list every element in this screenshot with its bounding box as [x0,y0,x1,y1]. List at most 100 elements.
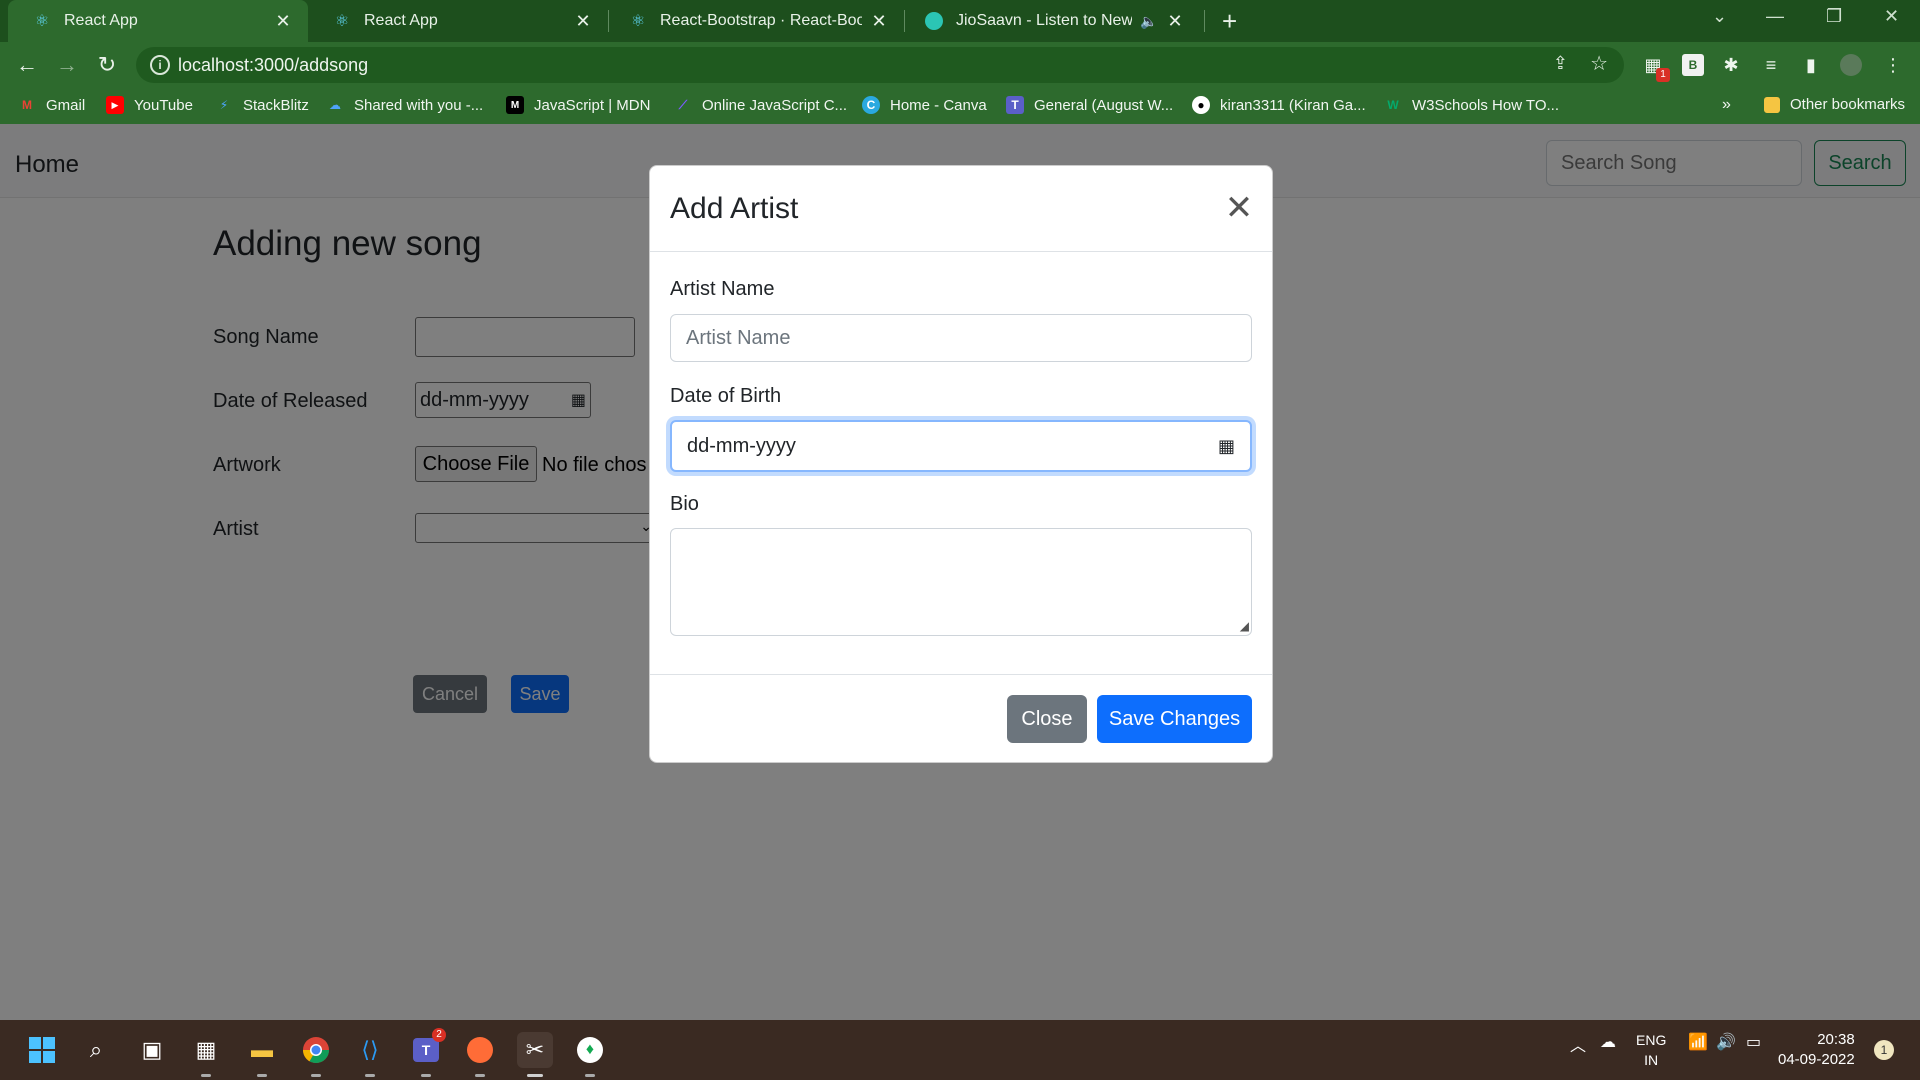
bookmark-teams[interactable]: T General (August W... [1006,96,1173,114]
jiosaavn-icon [924,11,944,31]
teams-icon[interactable]: T 2 [408,1028,446,1077]
teams-badge: 2 [432,1028,446,1042]
bookmark-youtube[interactable]: ▶ YouTube [106,96,193,114]
bookmark-label: Online JavaScript C... [702,96,848,114]
react-icon: ⚛ [334,13,350,30]
bookmark-onedrive[interactable]: ☁ Shared with you -... [326,96,483,114]
menu-kebab-icon[interactable]: ⋮ [1882,54,1904,76]
profile-avatar[interactable] [1840,54,1862,76]
battery-icon[interactable]: ▭ [1746,1032,1761,1052]
onedrive-cloud-icon[interactable]: ☁ [1600,1032,1616,1052]
gmail-icon: M [22,98,32,112]
canva-icon: C [862,96,880,114]
bookmark-label: Shared with you -... [354,96,484,114]
tab-react-bootstrap[interactable]: ⚛ React-Bootstrap · React-Bootstra ✕ [604,0,904,42]
bookmark-github[interactable]: ● kiran3311 (Kiran Ga... [1192,96,1366,114]
bookmark-canva[interactable]: C Home - Canva [862,96,987,114]
bookmark-label: Gmail [46,96,86,114]
close-window-icon[interactable]: ✕ [1884,6,1899,27]
onedrive-icon: ☁ [329,98,341,112]
task-view-icon[interactable]: ▣ [134,1032,170,1068]
bookmark-label: General (August W... [1034,96,1174,114]
media-queue-icon[interactable]: ≡ [1760,54,1782,76]
resize-grip-icon[interactable]: ◢ [1240,619,1249,633]
system-clock[interactable]: 20:38 04-09-2022 [1778,1030,1855,1070]
postman-icon[interactable] [462,1032,498,1077]
bookmark-stackblitz[interactable]: ⚡ StackBlitz [215,96,309,114]
artist-name-input[interactable]: Artist Name [670,314,1252,362]
back-icon[interactable]: ← [12,50,42,80]
close-tab-icon[interactable]: ✕ [870,11,888,32]
tab-react-app-2[interactable]: ⚛ React App ✕ [308,0,608,42]
address-bar[interactable]: i localhost:3000/addsong ⇪ ☆ [136,47,1624,83]
dob-input[interactable]: dd-mm-yyyy ▦ [670,420,1252,472]
add-artist-modal: Add Artist ✕ Artist Name Artist Name Dat… [649,165,1273,763]
modal-header: Add Artist ✕ [650,166,1272,252]
search-icon[interactable]: ⌕ [78,1032,114,1068]
artist-name-label: Artist Name [670,278,775,300]
windows-start-icon[interactable] [24,1032,60,1068]
close-icon[interactable]: ✕ [1224,191,1254,225]
forward-icon[interactable]: → [52,50,82,80]
mute-tab-icon[interactable]: 🔈 [1140,13,1158,30]
snipping-tool-icon[interactable]: ✂ [517,1032,553,1077]
bookmark-star-icon[interactable]: ☆ [1590,51,1608,76]
site-info-icon[interactable]: i [150,55,170,75]
show-hidden-icons-icon[interactable]: ︿ [1570,1032,1586,1056]
reload-icon[interactable]: ↻ [92,50,122,80]
tab-search-icon[interactable]: ⌄ [1712,6,1727,27]
tab-title: React-Bootstrap · React-Bootstra [660,12,862,29]
chrome-icon[interactable] [298,1032,334,1077]
page-content: Home Search Adding new song Song Name Da… [0,124,1920,1020]
side-panel-icon[interactable]: ▮ [1800,54,1822,76]
close-tab-icon[interactable]: ✕ [1166,11,1184,32]
extension-badge: 1 [1656,68,1670,82]
tab-jiosaavn[interactable]: JioSaavn - Listen to New & C 🔈 ✕ [900,0,1200,42]
bookmark-online-js[interactable]: ⟋ Online JavaScript C... [674,96,847,114]
tab-title: React App [364,12,438,29]
tab-react-app-1[interactable]: ⚛ React App ✕ [8,0,308,42]
volume-icon[interactable]: 🔊 [1716,1032,1736,1052]
vscode-icon[interactable]: ⟨⟩ [352,1032,388,1077]
close-button[interactable]: Close [1007,695,1087,743]
tab-separator [1204,10,1205,32]
save-changes-button[interactable]: Save Changes [1097,695,1252,743]
code-icon: ⟋ [678,97,688,112]
new-tab-icon[interactable]: + [1222,6,1237,37]
language-indicator[interactable]: ENG IN [1636,1030,1666,1070]
language-code: ENG [1636,1032,1667,1048]
running-indicator [365,1074,375,1077]
region-code: IN [1644,1052,1659,1068]
close-tab-icon[interactable]: ✕ [274,11,292,32]
more-bookmarks-icon[interactable]: » [1722,96,1731,114]
teams-icon: T [1006,96,1024,114]
store-icon[interactable]: ▦ [188,1032,224,1077]
calendar-icon[interactable]: ▦ [1218,436,1235,457]
bio-textarea[interactable]: ◢ [670,528,1252,636]
b-extension-icon[interactable]: B [1682,54,1704,76]
modal-title: Add Artist [670,192,799,225]
github-icon: ● [1192,96,1210,114]
close-tab-icon[interactable]: ✕ [574,11,592,32]
bookmark-mdn[interactable]: M JavaScript | MDN [506,96,650,114]
notification-badge[interactable]: 1 [1874,1040,1894,1060]
youtube-icon: ▶ [106,96,124,114]
bookmark-w3schools[interactable]: W W3Schools How TO... [1384,96,1559,114]
share-icon[interactable]: ⇪ [1553,53,1568,74]
extension-icon[interactable]: ▦ 1 [1642,54,1670,82]
other-bookmarks[interactable]: Other bookmarks [1764,96,1905,113]
mongodb-compass-icon[interactable]: ♦ [572,1032,608,1077]
restore-icon[interactable]: ❐ [1826,6,1842,27]
bookmark-gmail[interactable]: M Gmail [18,96,85,114]
artist-name-placeholder: Artist Name [686,326,791,349]
file-explorer-icon[interactable]: ▬ [244,1032,280,1077]
running-indicator [585,1074,595,1077]
wifi-icon[interactable]: 📶 [1688,1032,1708,1052]
running-indicator [201,1074,211,1077]
puzzle-extensions-icon[interactable]: ✱ [1720,54,1742,76]
bookmark-label: kiran3311 (Kiran Ga... [1220,96,1366,114]
minimize-icon[interactable]: — [1766,6,1784,27]
modal-footer: Close Save Changes [650,674,1272,762]
bookmark-label: W3Schools How TO... [1412,96,1559,114]
dob-placeholder: dd-mm-yyyy [687,434,796,457]
